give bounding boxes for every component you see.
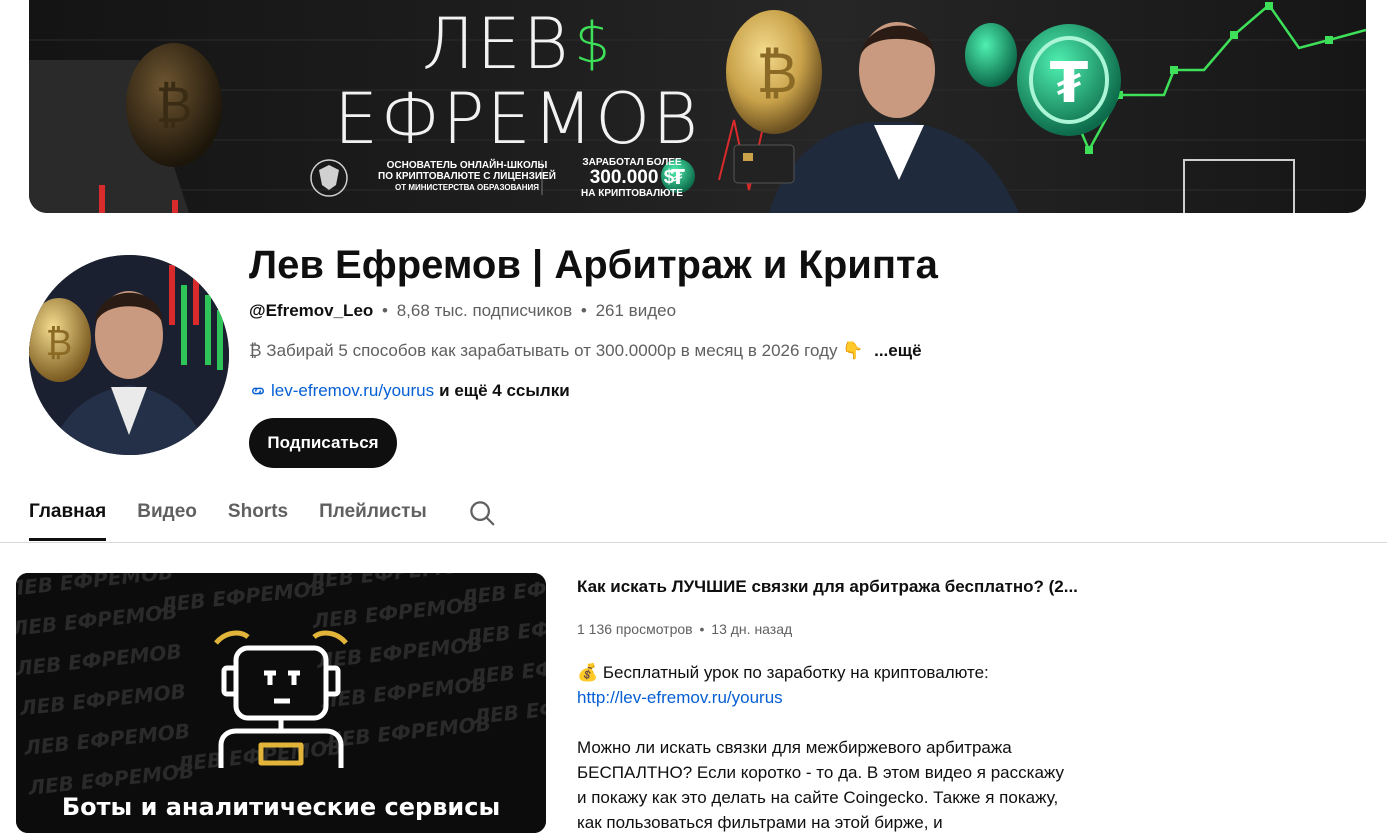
channel-title: Лев Ефремов | Арбитраж и Крипта (249, 243, 938, 287)
description-paragraph: Можно ли искать связки для межбиржевого … (577, 738, 1064, 832)
banner-title-line1: ЛЕВ (421, 3, 571, 85)
channel-link[interactable]: lev-efremov.ru/yourus (271, 380, 434, 402)
channel-handle: @Efremov_Leo (249, 301, 374, 320)
more-links-button[interactable]: и ещё 4 ссылки (439, 380, 570, 402)
link-icon (252, 387, 264, 395)
svg-text:₿: ₿ (46, 323, 73, 364)
description-line: 💰 Бесплатный урок по заработку на крипто… (577, 663, 989, 682)
banner-subtitle-founder: ОСНОВАТЕЛЬ ОНЛАЙН-ШКОЛЫ ПО КРИПТОВАЛЮТЕ … (367, 160, 567, 193)
banner-subtitle-earned: ЗАРАБОТАЛ БОЛЕЕ 300.000 $ НА КРИПТОВАЛЮТ… (577, 157, 687, 199)
featured-video-title[interactable]: Как искать ЛУЧШИЕ связки для арбитража б… (577, 575, 1078, 599)
banner-sub2-bot: НА КРИПТОВАЛЮТЕ (581, 188, 683, 199)
description-more-button[interactable]: ...ещё (874, 341, 921, 360)
channel-description[interactable]: ₿ Забирай 5 способов как зарабатывать от… (249, 340, 922, 362)
featured-video-thumbnail[interactable]: ЛЕВ ЕФРЕМОВ ЛЕВ ЕФРЕМОВ ЛЕВ ЕФРЕМОВ ЛЕВ … (16, 573, 546, 833)
channel-links: lev-efremov.ru/yourus и ещё 4 ссылки (249, 380, 570, 402)
upload-age: 13 дн. назад (711, 621, 793, 637)
meta-separator: • (382, 301, 388, 320)
avatar-image: ₿ (29, 255, 229, 455)
video-count: 261 видео (595, 301, 677, 320)
subscribe-button[interactable]: Подписаться (249, 418, 397, 468)
featured-video-description: 💰 Бесплатный урок по заработку на крипто… (577, 660, 1077, 835)
description-link[interactable]: http://lev-efremov.ru/yourus (577, 685, 1077, 710)
view-count: 1 136 просмотров (577, 621, 693, 637)
featured-video-meta: 1 136 просмотров • 13 дн. назад (577, 619, 792, 639)
banner-title: ЛЕВ$ ЕФРЕМОВ (325, 6, 709, 156)
channel-meta: @Efremov_Leo • 8,68 тыс. подписчиков • 2… (249, 300, 676, 322)
search-icon[interactable] (467, 498, 497, 528)
tab-playlists[interactable]: Плейлисты (319, 488, 427, 541)
description-gap (577, 710, 1077, 735)
channel-tabs: Главная Видео Shorts Плейлисты (29, 488, 495, 542)
svg-text:₿: ₿ (756, 41, 797, 106)
banner-sub1-line1: ОСНОВАТЕЛЬ ОНЛАЙН-ШКОЛЫ (386, 160, 548, 171)
tab-home[interactable]: Главная (29, 488, 107, 541)
tab-videos[interactable]: Видео (137, 488, 197, 541)
meta-separator: • (580, 301, 587, 320)
description-text: ₿ Забирай 5 способов как зарабатывать от… (249, 341, 864, 360)
thumbnail-caption: Боты и аналитические сервисы (61, 793, 501, 821)
bank-card (733, 144, 795, 184)
channel-avatar[interactable]: ₿ (29, 255, 229, 455)
banner-sub1-line2: ПО КРИПТОВАЛЮТЕ С ЛИЦЕНЗИЕЙ (378, 171, 556, 182)
subscriber-count: 8,68 тыс. подписчиков (396, 301, 573, 320)
meta-separator: • (699, 621, 705, 637)
channel-banner: ₿ ₿ ₮ ₮ ЛЕВ$ ЕФРЕМОВ ОСНОВАТЕЛЬ ОНЛАЙН-Ш… (29, 0, 1366, 213)
dollar-sign: $ (574, 11, 613, 76)
svg-text:₿: ₿ (155, 76, 192, 134)
banner-sub1-line3: ОТ МИНИСТЕРСТВА ОБРАЗОВАНИЯ (395, 183, 539, 192)
banner-title-line2: ЕФРЕМОВ (333, 78, 701, 160)
tabs-divider (0, 542, 1387, 543)
svg-text:₮: ₮ (1050, 51, 1089, 116)
tab-shorts[interactable]: Shorts (228, 488, 288, 541)
banner-sub2-num: 300.000 $ (589, 167, 675, 188)
